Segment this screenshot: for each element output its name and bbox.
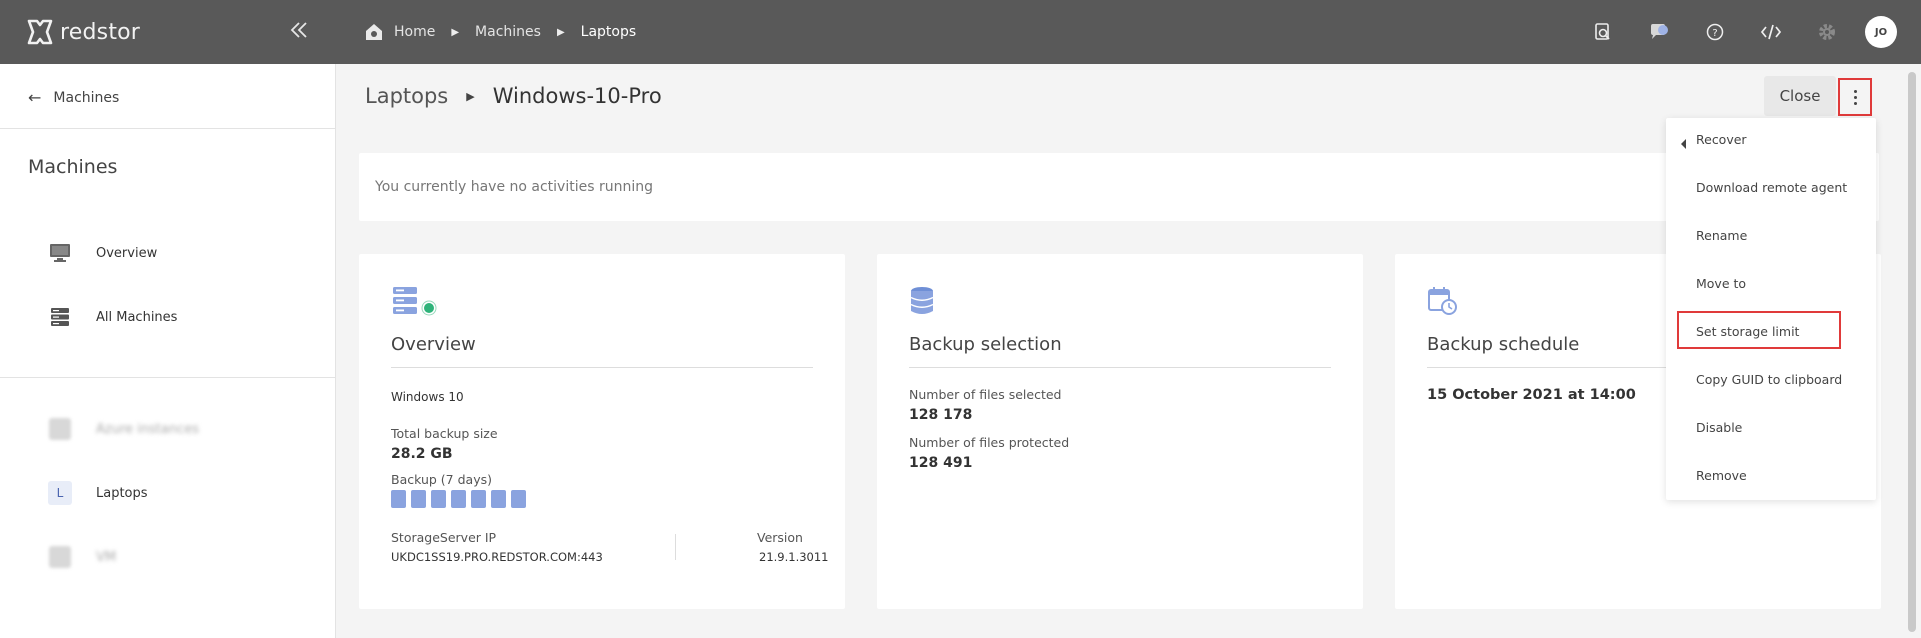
calendar-clock-icon [1427,286,1459,316]
sidebar-group-label: Laptops [96,485,148,501]
breadcrumb-home[interactable]: Home [394,24,435,40]
sidebar-item-all-machines[interactable]: All Machines [48,305,177,329]
menu-item-copy-guid[interactable]: Copy GUID to clipboard [1696,372,1842,387]
breadcrumb-separator-icon: ▶ [466,89,475,103]
backup-day-bar[interactable] [491,490,506,508]
version-label: Version [757,530,803,545]
overview-card: Overview Windows 10 Total backup size 28… [359,254,845,609]
parent-group-link[interactable]: Laptops [365,84,448,108]
search-icon[interactable] [1589,18,1617,46]
top-bar: redstor Home ▶ Machines ▶ Laptops ? JO [0,0,1921,64]
backup-selection-card: Backup selection Number of files selecte… [877,254,1363,609]
settings-icon[interactable] [1813,18,1841,46]
breadcrumb-separator-icon: ▶ [556,26,565,38]
files-protected-label: Number of files protected [909,435,1070,450]
menu-item-recover[interactable]: Recover [1696,132,1747,147]
divider [0,128,336,129]
divider [391,367,813,368]
server-stack-icon [48,305,72,329]
breadcrumb-laptops[interactable]: Laptops [581,24,637,40]
sidebar-item-overview[interactable]: Overview [48,241,157,265]
caret-left-icon [1681,139,1686,149]
activity-banner: You currently have no activities running [359,153,1879,221]
breadcrumb: Home ▶ Machines ▶ Laptops [364,0,636,64]
sidebar-group-azure-instances[interactable]: Azure instances [48,417,199,441]
monitor-icon [48,241,72,265]
backup-day-bar[interactable] [431,490,446,508]
more-vertical-icon [1853,89,1857,105]
collapse-sidebar-icon[interactable] [288,18,312,46]
home-icon[interactable] [364,22,384,42]
sidebar-group-label: VM [96,549,117,565]
next-backup-time: 15 October 2021 at 14:00 [1427,387,1636,403]
storage-ip-label: StorageServer IP [391,530,497,545]
divider [675,534,676,560]
page-title: Laptops ▶ Windows-10-Pro [365,84,662,108]
storage-ip-value: UKDC1SS19.PRO.REDSTOR.COM:443 [391,550,603,564]
card-title: Overview [391,334,476,355]
user-avatar[interactable]: JO [1865,16,1897,48]
total-backup-value: 28.2 GB [391,446,453,462]
help-icon[interactable]: ? [1701,18,1729,46]
redstor-logo-icon [26,18,54,46]
arrow-left-icon: ← [28,88,42,107]
sidebar-group-laptops[interactable]: L Laptops [48,481,148,505]
sidebar-item-label: Overview [96,245,158,261]
notifications-icon[interactable] [1645,18,1673,46]
more-options-button[interactable] [1838,78,1872,116]
backup-day-bar[interactable] [471,490,486,508]
code-icon[interactable] [1757,18,1785,46]
machine-name: Windows-10-Pro [492,84,662,108]
scrollbar[interactable] [1908,72,1916,632]
backup-day-bar[interactable] [511,490,526,508]
sidebar: ← Machines Machines Overview All Machine… [0,64,336,638]
server-status-icon [391,286,441,316]
logo-text: redstor [60,19,141,45]
logo[interactable]: redstor [26,18,140,46]
breadcrumb-machines[interactable]: Machines [475,24,541,40]
breadcrumb-separator-icon: ▶ [451,26,460,38]
divider [909,367,1331,368]
sidebar-group-label: Azure instances [96,421,199,437]
back-link[interactable]: ← Machines [28,88,119,107]
sidebar-item-label: All Machines [96,309,178,325]
close-button[interactable]: Close [1764,76,1836,116]
sidebar-title: Machines [28,156,118,178]
menu-item-rename[interactable]: Rename [1696,228,1747,243]
divider [0,377,336,378]
card-title: Backup selection [909,334,1062,355]
backup-day-bar[interactable] [451,490,466,508]
highlight-box [1677,311,1841,349]
database-icon [909,286,935,316]
menu-item-move-to[interactable]: Move to [1696,276,1746,291]
menu-item-remove[interactable]: Remove [1696,468,1747,483]
version-value: 21.9.1.3011 [759,550,829,564]
files-protected-value: 128 491 [909,455,973,471]
card-title: Backup schedule [1427,334,1580,355]
files-selected-label: Number of files selected [909,387,1062,402]
more-options-menu: Recover Download remote agent Rename Mov… [1666,118,1876,500]
back-label: Machines [53,89,120,106]
menu-item-download-remote-agent[interactable]: Download remote agent [1696,180,1847,195]
group-icon [48,545,72,569]
backup-days-label: Backup (7 days) [391,472,492,487]
backup-day-bar[interactable] [411,490,426,508]
sidebar-group-vm[interactable]: VM [48,545,116,569]
os-name: Windows 10 [391,390,464,404]
files-selected-value: 128 178 [909,407,973,423]
total-backup-label: Total backup size [391,426,498,441]
menu-item-disable[interactable]: Disable [1696,420,1742,435]
top-icons: ? JO [1561,0,1921,64]
backup-day-bar[interactable] [391,490,406,508]
svg-text:?: ? [1712,28,1717,39]
group-icon [48,417,72,441]
backup-history-bars [391,490,526,508]
letter-l-icon: L [48,481,72,505]
